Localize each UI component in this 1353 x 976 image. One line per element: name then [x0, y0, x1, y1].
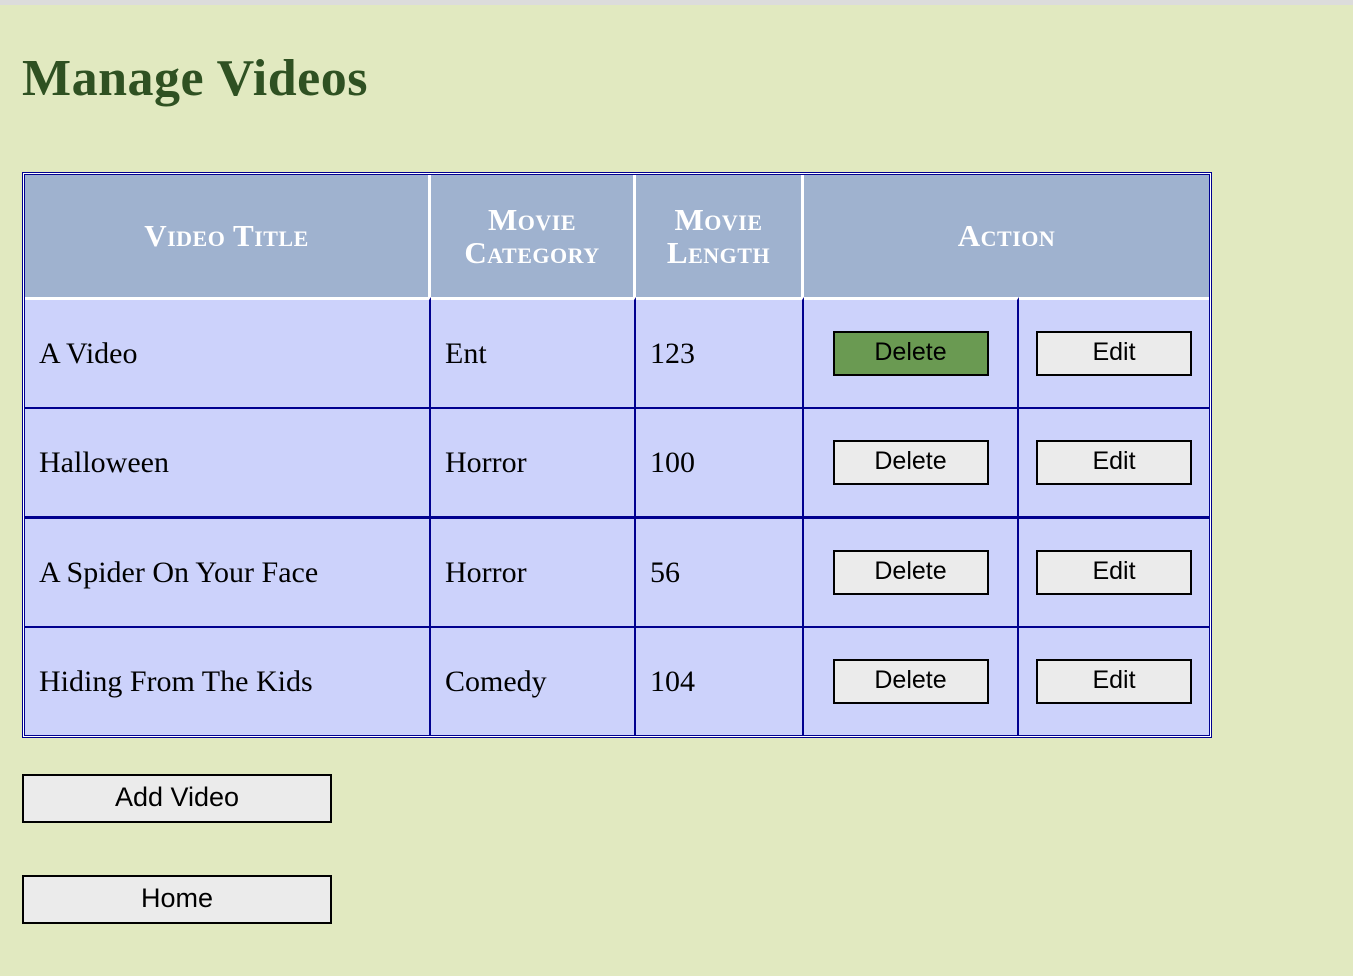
home-button[interactable]: Home	[22, 875, 332, 924]
table-row: A Spider On Your Face Horror 56 Delete E…	[25, 516, 1210, 626]
page-title: Manage Videos	[22, 50, 368, 107]
table-row: Hiding From The Kids Comedy 104 Delete E…	[25, 626, 1210, 735]
videos-table: Video Title Movie Category Movie Length …	[22, 172, 1213, 738]
cell-video-title: A Video	[25, 297, 431, 407]
edit-button[interactable]: Edit	[1036, 659, 1192, 704]
delete-button[interactable]: Delete	[832, 331, 989, 376]
add-video-button[interactable]: Add Video	[22, 774, 332, 823]
cell-movie-length: 104	[636, 626, 804, 735]
column-header-movie-length: Movie Length	[636, 175, 804, 297]
videos-table-body: A Video Ent 123 Delete Edit Halloween Ho…	[25, 297, 1210, 735]
cell-movie-category: Comedy	[431, 626, 636, 735]
cell-movie-category: Ent	[431, 297, 636, 407]
cell-movie-length: 123	[636, 297, 804, 407]
edit-button[interactable]: Edit	[1036, 331, 1192, 376]
cell-video-title: Halloween	[25, 407, 431, 516]
cell-movie-length: 100	[636, 407, 804, 516]
cell-delete-action: Delete	[804, 626, 1019, 735]
delete-button[interactable]: Delete	[832, 550, 989, 595]
cell-movie-category: Horror	[431, 516, 636, 626]
edit-button[interactable]: Edit	[1036, 440, 1192, 485]
bottom-actions: Add Video Home	[22, 774, 332, 976]
videos-table-head: Video Title Movie Category Movie Length …	[25, 175, 1210, 297]
top-strip	[0, 0, 1353, 5]
cell-edit-action: Edit	[1019, 407, 1210, 516]
column-header-video-title: Video Title	[25, 175, 431, 297]
cell-movie-category: Horror	[431, 407, 636, 516]
delete-button[interactable]: Delete	[832, 440, 989, 485]
table-header-row: Video Title Movie Category Movie Length …	[25, 175, 1210, 297]
edit-button[interactable]: Edit	[1036, 550, 1192, 595]
cell-edit-action: Edit	[1019, 516, 1210, 626]
cell-edit-action: Edit	[1019, 626, 1210, 735]
cell-movie-length: 56	[636, 516, 804, 626]
cell-edit-action: Edit	[1019, 297, 1210, 407]
cell-video-title: A Spider On Your Face	[25, 516, 431, 626]
table-row: A Video Ent 123 Delete Edit	[25, 297, 1210, 407]
table-row: Halloween Horror 100 Delete Edit	[25, 407, 1210, 516]
cell-delete-action: Delete	[804, 297, 1019, 407]
column-header-action: Action	[804, 175, 1210, 297]
column-header-movie-category: Movie Category	[431, 175, 636, 297]
cell-delete-action: Delete	[804, 516, 1019, 626]
cell-delete-action: Delete	[804, 407, 1019, 516]
delete-button[interactable]: Delete	[832, 659, 989, 704]
cell-video-title: Hiding From The Kids	[25, 626, 431, 735]
